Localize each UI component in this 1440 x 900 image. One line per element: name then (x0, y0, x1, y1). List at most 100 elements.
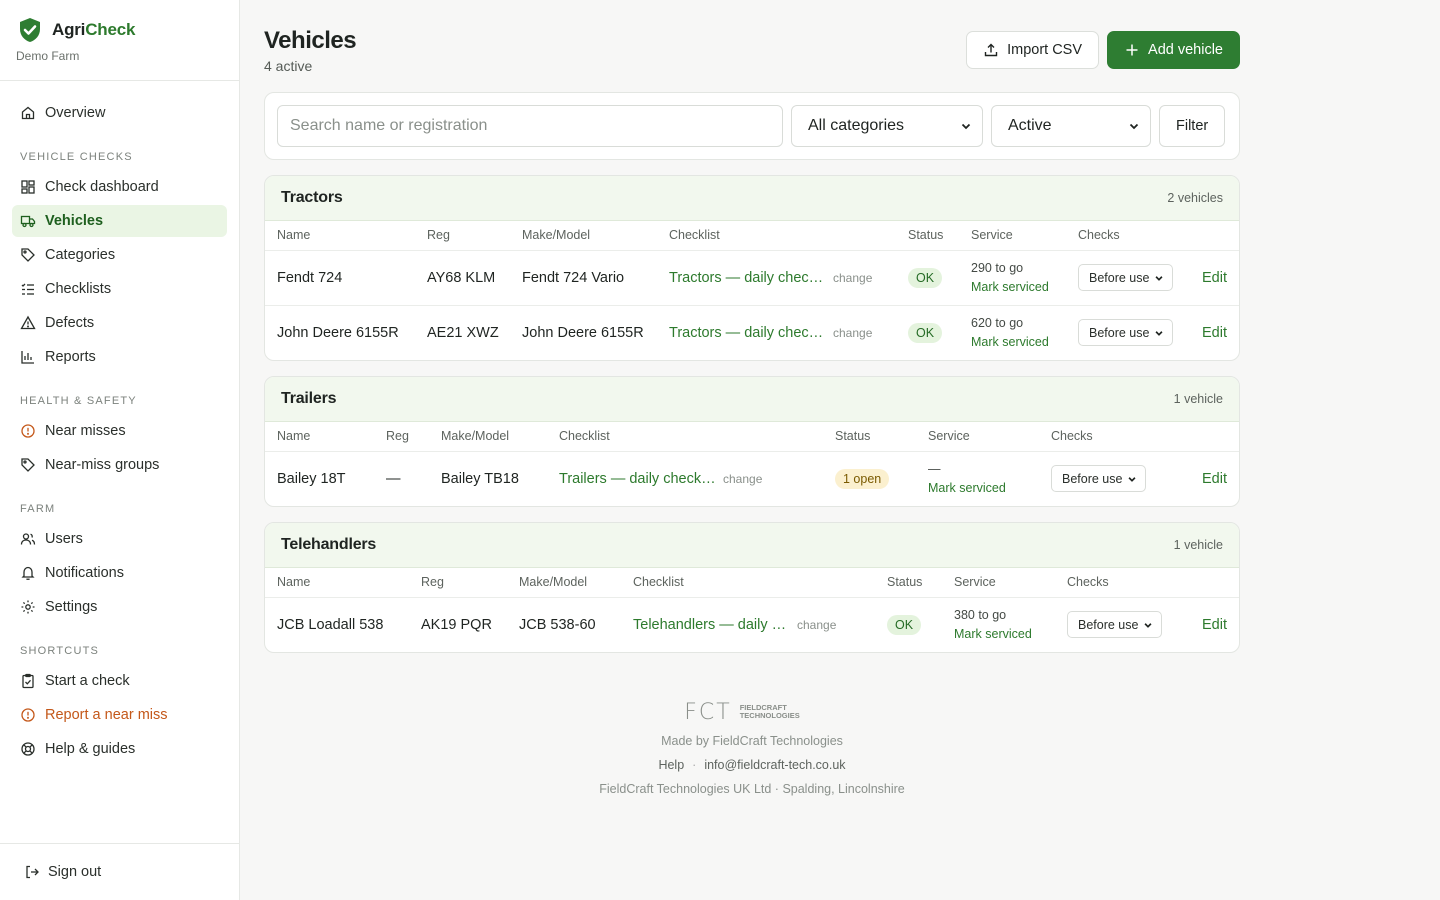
add-vehicle-button[interactable]: Add vehicle (1107, 31, 1240, 69)
sidebar-item-label: Report a near miss (45, 707, 168, 723)
edit-cell: Edit (1175, 597, 1239, 652)
checks-cell: Before use (1066, 250, 1176, 305)
sidebar-item-reports[interactable]: Reports (12, 341, 227, 373)
checks-select[interactable]: Before use (1067, 611, 1162, 639)
checklist-link[interactable]: Tractors — daily check… (669, 270, 827, 286)
vehicle-name: JCB Loadall 538 (277, 616, 384, 633)
vehicles-table: Name Reg Make/Model Checklist Status Ser… (265, 422, 1239, 506)
status-select-value: Active (1008, 117, 1052, 134)
change-checklist-link[interactable]: change (797, 618, 836, 632)
column-header-name: Name (265, 221, 415, 251)
column-header-actions (1175, 568, 1239, 598)
nav-section-vehicle-checks: Vehicle checks (20, 151, 133, 163)
vehicle-name: Bailey 18T (277, 470, 346, 487)
sidebar-item-start-check[interactable]: Start a check (12, 665, 227, 697)
checklist-cell: Tractors — daily check… change (657, 304, 896, 360)
checks-select[interactable]: Before use (1078, 319, 1173, 347)
column-header-checklist: Checklist (547, 422, 823, 452)
help-link[interactable]: Help (658, 758, 684, 772)
sidebar-item-overview[interactable]: Overview (12, 97, 227, 129)
edit-link[interactable]: Edit (1202, 325, 1227, 341)
email-link[interactable]: info@fieldcraft-tech.co.uk (704, 758, 845, 772)
vehicle-group-trailers: Trailers 1 vehicle Name Reg Make/Model C… (264, 376, 1240, 507)
service-cell: 620 to go Mark serviced (959, 304, 1066, 360)
group-count: 1 vehicle (1173, 538, 1223, 552)
status-cell: OK (896, 304, 959, 360)
sidebar-item-report-near-miss[interactable]: Report a near miss (12, 699, 227, 731)
change-checklist-link[interactable]: change (833, 326, 872, 340)
nav-section-shortcuts: Shortcuts (20, 645, 100, 657)
category-select[interactable]: All categories (791, 105, 983, 147)
edit-link[interactable]: Edit (1202, 471, 1227, 487)
fieldcraft-logo-text-line2: TECHNOLOGIES (739, 711, 800, 720)
status-select[interactable]: Active (991, 105, 1151, 147)
tag-icon (21, 248, 35, 262)
search-input[interactable]: Search name or registration (277, 105, 783, 147)
sidebar-item-users[interactable]: Users (12, 523, 227, 555)
checks-select[interactable]: Before use (1078, 264, 1173, 291)
column-header-status: Status (823, 422, 916, 452)
vehicles-table: Name Reg Make/Model Checklist Status Ser… (265, 568, 1239, 652)
sidebar-item-label: Near misses (45, 423, 126, 439)
checklist-link[interactable]: Telehandlers — daily c… (633, 617, 791, 633)
chevron-down-icon (1155, 330, 1163, 336)
change-checklist-link[interactable]: change (833, 271, 872, 285)
checks-select[interactable]: Before use (1051, 465, 1146, 493)
mark-serviced-link[interactable]: Mark serviced (928, 479, 1039, 498)
sidebar-item-near-miss-groups[interactable]: Near-miss groups (12, 449, 227, 481)
mark-serviced-link[interactable]: Mark serviced (971, 278, 1066, 297)
service-cell: — Mark serviced (916, 451, 1039, 506)
sidebar-item-near-misses[interactable]: Near misses (12, 415, 227, 447)
column-header-checks: Checks (1055, 568, 1175, 598)
column-header-reg: Reg (415, 221, 510, 251)
sidebar-item-label: Users (45, 531, 83, 547)
chevron-down-icon (1128, 476, 1136, 482)
vehicle-reg: AE21 XWZ (415, 304, 510, 360)
import-csv-button[interactable]: Import CSV (966, 31, 1100, 69)
sidebar-item-label: Overview (45, 105, 106, 121)
sidebar: AgriCheck Demo Farm Overview Vehicle che… (0, 0, 240, 900)
sign-out-button[interactable]: Sign out (0, 843, 239, 900)
brand: AgriCheck Demo Farm (0, 0, 239, 81)
sidebar-item-label: Categories (45, 247, 116, 263)
filter-button[interactable]: Filter (1159, 105, 1226, 147)
filter-bar: Search name or registration All categori… (264, 92, 1240, 160)
mark-serviced-link[interactable]: Mark serviced (954, 625, 1055, 644)
column-header-checklist: Checklist (621, 568, 875, 598)
sidebar-item-defects[interactable]: Defects (12, 307, 227, 339)
column-header-status: Status (875, 568, 942, 598)
made-by-text: Made by FieldCraft Technologies (661, 734, 843, 748)
sidebar-item-check-dashboard[interactable]: Check dashboard (12, 171, 227, 203)
column-header-service: Service (942, 568, 1055, 598)
checks-select-value: Before use (1078, 617, 1139, 632)
column-header-service: Service (916, 422, 1039, 452)
status-badge: OK (908, 267, 943, 288)
vehicle-group-tractors: Tractors 2 vehicles Name Reg Make/Model … (264, 175, 1240, 361)
group-header: Telehandlers 1 vehicle (265, 523, 1239, 568)
status-cell: 1 open (823, 451, 916, 506)
edit-link[interactable]: Edit (1202, 270, 1227, 286)
checklist-link[interactable]: Tractors — daily check… (669, 325, 827, 341)
sidebar-item-settings[interactable]: Settings (12, 591, 227, 623)
vehicle-make: Bailey TB18 (441, 470, 519, 487)
sidebar-item-vehicles[interactable]: Vehicles (12, 205, 227, 237)
edit-link[interactable]: Edit (1202, 617, 1227, 633)
clipboard-check-icon (22, 673, 34, 689)
checklist-icon (21, 283, 34, 295)
column-header-make: Make/Model (429, 422, 547, 452)
category-select-value: All categories (808, 117, 905, 134)
brand-name[interactable]: AgriCheck (52, 20, 135, 40)
mark-serviced-link[interactable]: Mark serviced (971, 333, 1066, 352)
sidebar-nav: Overview Vehicle checks Check dashboard … (0, 81, 239, 765)
vehicles-table: Name Reg Make/Model Checklist Status Ser… (265, 221, 1239, 360)
sidebar-item-categories[interactable]: Categories (12, 239, 227, 271)
edit-cell: Edit (1179, 451, 1239, 506)
sidebar-item-checklists[interactable]: Checklists (12, 273, 227, 305)
checklist-link[interactable]: Trailers — daily check (… (559, 471, 717, 487)
sidebar-item-label: Vehicles (45, 213, 104, 229)
checklist-cell: Trailers — daily check (… change (547, 451, 823, 506)
column-header-status: Status (896, 221, 959, 251)
change-checklist-link[interactable]: change (723, 472, 762, 486)
sidebar-item-help[interactable]: Help & guides (12, 733, 227, 765)
sidebar-item-notifications[interactable]: Notifications (12, 557, 227, 589)
